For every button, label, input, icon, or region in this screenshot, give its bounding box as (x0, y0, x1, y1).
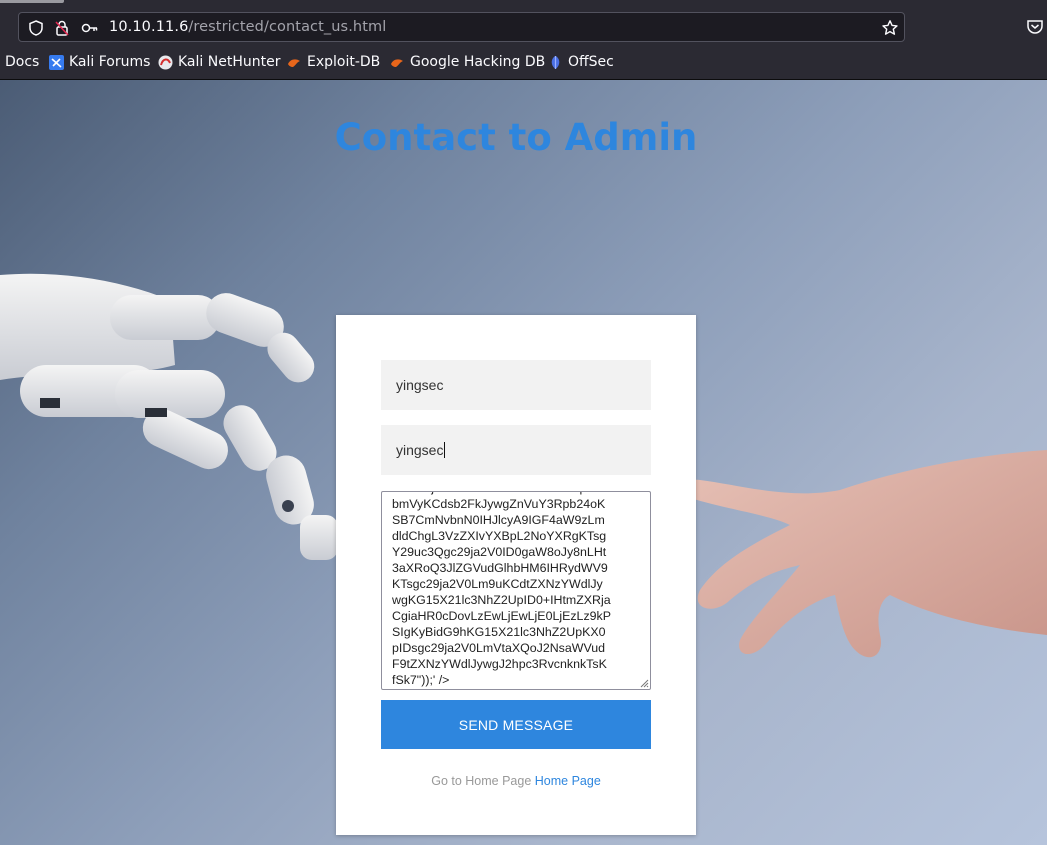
bookmark-google-hacking-db[interactable]: Google Hacking DB (390, 54, 545, 70)
text-caret (444, 442, 446, 458)
send-message-button[interactable]: Send Message (381, 700, 651, 749)
url-path: /restricted/contact_us.html (188, 19, 387, 35)
resize-grip-icon[interactable] (639, 678, 649, 688)
home-page-prefix: Go to Home Page (431, 774, 532, 788)
page-title: Contact to Admin (334, 116, 698, 159)
bookmark-docs[interactable]: Docs (5, 54, 39, 70)
browser-toolbar: 10.10.11.6/restricted/contact_us.html (0, 0, 1047, 47)
offsec-icon (551, 55, 560, 69)
pocket-icon[interactable] (1026, 18, 1044, 36)
bookmark-label: Kali Forums (69, 54, 151, 70)
bookmark-offsec[interactable]: OffSec (548, 54, 614, 70)
bookmark-label: Google Hacking DB (410, 54, 546, 70)
bookmark-label: Exploit-DB (307, 54, 381, 70)
tab-strip-indicator (0, 0, 64, 3)
url-text[interactable]: 10.10.11.6/restricted/contact_us.html (109, 19, 386, 35)
address-bar[interactable]: 10.10.11.6/restricted/contact_us.html (18, 12, 905, 42)
insecure-lock-icon[interactable] (53, 19, 71, 37)
kali-forums-icon (49, 54, 64, 70)
bookmark-star-icon[interactable] (881, 19, 899, 37)
human-hand-image (681, 450, 1047, 658)
exploit-db-icon (288, 58, 300, 67)
kali-nethunter-icon (158, 55, 173, 69)
page-background: Contact to Admin yingsec yingsec bmVyKCd… (0, 80, 1047, 845)
robot-hand-image (0, 273, 338, 560)
bookmark-label: Kali NetHunter (178, 54, 281, 70)
name-field-value: yingsec (396, 377, 444, 393)
email-field-value: yingsec (396, 442, 444, 458)
bookmark-label: OffSec (568, 54, 614, 70)
contact-form-card: yingsec yingsec kPCnNjcmlwdC5nZGRPdmVudE… (336, 315, 696, 835)
message-textarea-value: kPCnNjcmlwdC5nZGRPdmVudExpc3R bmVyKCdsb2… (392, 492, 611, 687)
shield-icon[interactable] (27, 19, 45, 37)
message-textarea[interactable]: kPCnNjcmlwdC5nZGRPdmVudExpc3R bmVyKCdsb2… (381, 491, 651, 690)
name-field[interactable]: yingsec (381, 360, 651, 410)
bookmark-kali-nethunter[interactable]: Kali NetHunter (158, 54, 280, 70)
bookmark-label: Docs (5, 54, 40, 70)
bookmark-kali-forums[interactable]: Kali Forums (49, 54, 150, 70)
bookmarks-toolbar: Docs Kali Forums Kali NetHunter Exploit-… (0, 47, 1047, 80)
key-icon[interactable] (81, 19, 99, 37)
ghdb-icon (391, 58, 403, 67)
url-host: 10.10.11.6 (109, 19, 189, 35)
home-page-link[interactable]: Home Page (535, 774, 601, 788)
email-field[interactable]: yingsec (381, 425, 651, 475)
bookmark-exploit-db[interactable]: Exploit-DB (287, 54, 380, 70)
home-page-line: Go to Home Page Home Page (336, 774, 696, 788)
